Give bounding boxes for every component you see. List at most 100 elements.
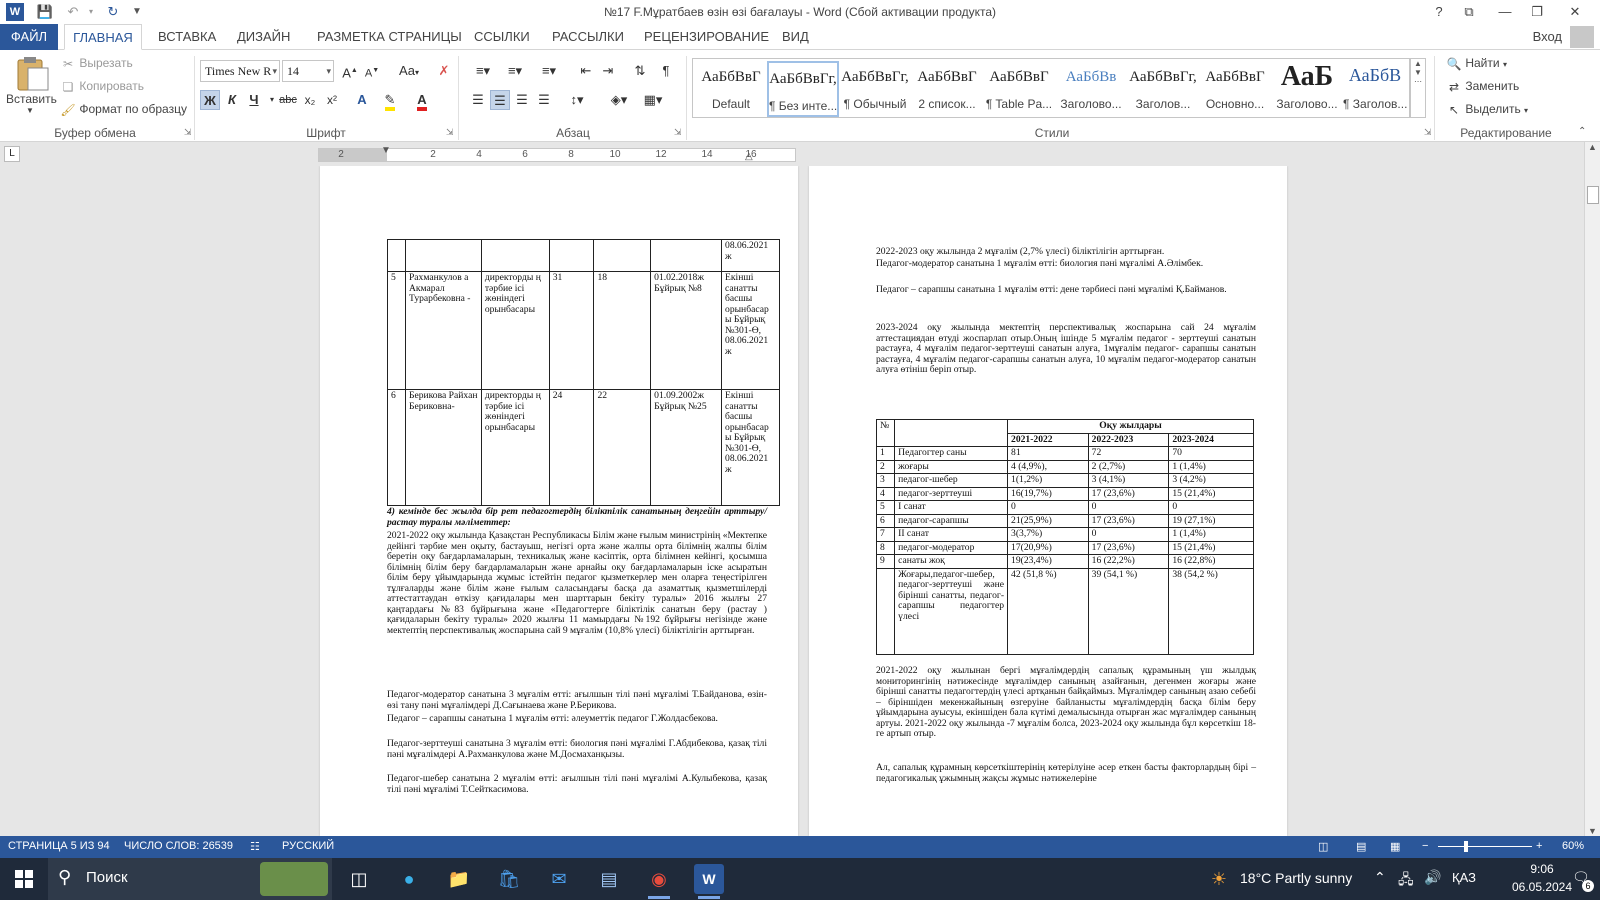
zoom-slider-thumb[interactable] <box>1464 841 1468 852</box>
tab-design[interactable]: ДИЗАЙН <box>237 24 290 50</box>
chrome-icon[interactable]: ◉ <box>644 864 674 894</box>
copy-button[interactable]: ❏ Копировать <box>60 79 144 95</box>
zoom-out-icon[interactable]: − <box>1422 840 1428 852</box>
style-no-spacing[interactable]: АаБбВвГг, ¶ Без инте... <box>767 61 839 117</box>
scroll-down-icon[interactable]: ▼ <box>1588 826 1597 836</box>
style-table-paragraph[interactable]: АаБбВвГ ¶ Table Pa... <box>983 61 1055 117</box>
proofing-icon[interactable]: ☷ <box>250 840 260 853</box>
horizontal-ruler[interactable]: 2 2 4 6 8 10 12 14 16 ▼ △ <box>318 145 796 162</box>
windows-start-icon[interactable] <box>9 864 39 894</box>
style-heading-c[interactable]: АаБбВ ¶ Заголов... <box>1343 61 1407 117</box>
bullets-icon[interactable]: ≡▾ <box>468 61 498 81</box>
justify-icon[interactable]: ☰ <box>534 90 554 110</box>
page-left[interactable]: 08.06.2021 ж 5 Рахманкулов а Акмарал Тур… <box>320 166 798 836</box>
font-name-combo[interactable]: Times New R ▾ <box>200 60 280 82</box>
paste-button[interactable]: Вставить <box>6 92 57 106</box>
style-normal[interactable]: АаБбВвГг, ¶ Обычный <box>839 61 911 117</box>
shading-icon[interactable]: ◈▾ <box>604 90 634 110</box>
paste-icon[interactable] <box>10 56 50 92</box>
multilevel-list-icon[interactable]: ≡▾ <box>534 61 564 81</box>
find-button[interactable]: 🔍 Найти ▾ <box>1446 56 1507 72</box>
file-explorer-icon[interactable]: 📁 <box>444 864 474 894</box>
tab-insert[interactable]: ВСТАВКА <box>158 24 216 50</box>
zoom-slider-track[interactable] <box>1438 846 1532 847</box>
tab-references[interactable]: ССЫЛКИ <box>474 24 530 50</box>
task-view-icon[interactable]: ◫ <box>344 864 374 894</box>
format-painter-button[interactable]: 🖌 Формат по образцу <box>60 102 187 118</box>
close-button[interactable]: ✕ <box>1560 0 1590 24</box>
web-layout-icon[interactable]: ▦ <box>1390 840 1400 853</box>
tab-page-layout[interactable]: РАЗМЕТКА СТРАНИЦЫ <box>317 24 462 50</box>
vertical-scrollbar[interactable]: ▲ ▼ <box>1584 142 1600 836</box>
tab-mailings[interactable]: РАССЫЛКИ <box>552 24 624 50</box>
align-left-icon[interactable]: ☰ <box>468 90 488 110</box>
strikethrough-button[interactable]: abc <box>278 90 298 110</box>
network-icon[interactable]: 🖧 <box>1398 869 1414 893</box>
restore-button[interactable]: ❐ <box>1522 0 1552 24</box>
zoom-in-icon[interactable]: + <box>1536 840 1542 852</box>
tab-home[interactable]: ГЛАВНАЯ <box>64 24 142 50</box>
weather-icon[interactable]: ☀ <box>1204 864 1234 894</box>
word-taskbar-icon[interactable]: W <box>694 864 724 894</box>
style-body[interactable]: АаБбВвГ Основно... <box>1199 61 1271 117</box>
italic-button[interactable]: К <box>222 90 242 110</box>
language-indicator[interactable]: РУССКИЙ <box>282 840 334 852</box>
minimize-button[interactable]: — <box>1490 0 1520 24</box>
tab-review[interactable]: РЕЦЕНЗИРОВАНИЕ <box>644 24 769 50</box>
paste-dropdown-icon[interactable]: ▼ <box>26 106 34 115</box>
superscript-button[interactable]: x² <box>322 90 342 110</box>
highlight-icon[interactable]: ✎ <box>380 90 400 111</box>
mail-icon[interactable]: ✉ <box>544 864 574 894</box>
align-right-icon[interactable]: ☰ <box>512 90 532 110</box>
borders-icon[interactable]: ▦▾ <box>638 90 668 110</box>
volume-icon[interactable]: 🔊 <box>1424 869 1441 886</box>
bold-button[interactable]: Ж <box>200 90 220 110</box>
indent-marker-icon[interactable]: ▼ <box>381 145 391 156</box>
select-button[interactable]: ↖ Выделить ▾ <box>1446 102 1528 118</box>
show-formatting-marks-icon[interactable]: ¶ <box>656 61 676 81</box>
clock-time[interactable]: 9:06 <box>1512 862 1572 876</box>
style-default[interactable]: АаБбВвГ Default <box>695 61 767 117</box>
taskbar-search[interactable]: ⚲ Поиск <box>48 858 332 900</box>
increase-indent-icon[interactable]: ⇥ <box>598 61 618 81</box>
right-indent-marker-icon[interactable]: △ <box>745 151 753 162</box>
font-launcher-icon[interactable]: ⇲ <box>446 127 454 138</box>
numbering-icon[interactable]: ≡▾ <box>500 61 530 81</box>
styles-launcher-icon[interactable]: ⇲ <box>1424 127 1432 138</box>
line-spacing-icon[interactable]: ↕▾ <box>562 90 592 110</box>
tab-file[interactable]: ФАЙЛ <box>0 24 58 50</box>
underline-button[interactable]: Ч <box>244 90 264 110</box>
zoom-level[interactable]: 60% <box>1562 840 1584 852</box>
edge-icon[interactable]: ● <box>394 864 424 894</box>
tab-selector[interactable]: L <box>4 146 20 162</box>
text-effects-icon[interactable]: A <box>352 90 372 110</box>
sign-in-link[interactable]: Вход <box>1533 29 1562 44</box>
align-center-icon[interactable]: ☰ <box>490 90 510 110</box>
read-mode-icon[interactable]: ◫ <box>1318 840 1328 853</box>
change-case-button[interactable]: Aa▾ <box>394 61 424 81</box>
weather-text[interactable]: 18°C Partly sunny <box>1240 870 1352 886</box>
word-count[interactable]: ЧИСЛО СЛОВ: 26539 <box>124 840 233 852</box>
chevron-up-icon[interactable]: ⌃ <box>1374 869 1386 886</box>
decrease-indent-icon[interactable]: ⇤ <box>576 61 596 81</box>
paragraph-launcher-icon[interactable]: ⇲ <box>674 127 682 138</box>
font-size-combo[interactable]: 14 ▾ <box>282 60 334 82</box>
style-title[interactable]: АаБ Заголово... <box>1271 61 1343 117</box>
clock-date[interactable]: 06.05.2024 <box>1502 880 1582 894</box>
clear-formatting-icon[interactable]: ✗ <box>434 61 454 81</box>
font-color-icon[interactable]: A <box>412 90 432 111</box>
page-right[interactable]: 2022-2023 оқу жылында 2 мұғалім (2,7% үл… <box>809 166 1287 836</box>
ribbon-display-options-button[interactable]: ⧉ <box>1454 0 1484 24</box>
style-heading-a[interactable]: АаБбВв Заголово... <box>1055 61 1127 117</box>
scroll-thumb[interactable] <box>1587 186 1599 204</box>
subscript-button[interactable]: x₂ <box>300 90 320 110</box>
app-icon[interactable]: ▤ <box>594 864 624 894</box>
store-icon[interactable]: 🛍 <box>494 864 524 894</box>
style-list-2[interactable]: АаБбВвГ 2 список... <box>911 61 983 117</box>
styles-gallery-scroll[interactable]: ▲ ▼ ⋯ <box>1410 58 1426 118</box>
input-language[interactable]: ҚАЗ <box>1452 870 1476 885</box>
print-layout-icon[interactable]: ▤ <box>1356 840 1366 853</box>
shrink-font-button[interactable]: A▼ <box>362 61 382 81</box>
collapse-ribbon-icon[interactable]: ⌃ <box>1578 126 1586 137</box>
cut-button[interactable]: ✂ Вырезать <box>60 56 133 72</box>
